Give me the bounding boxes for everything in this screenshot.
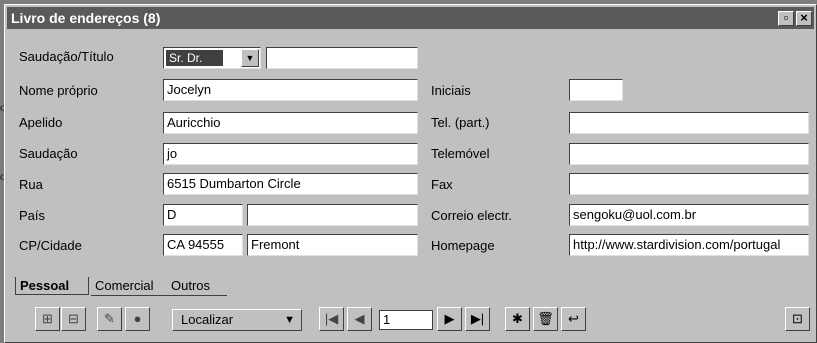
globe-button[interactable]: ● [125,307,150,331]
title-bar[interactable]: Livro de endereços (8) ▫ × [7,7,814,29]
label-fax: Fax [431,177,453,192]
tab-outros[interactable]: Outros [167,277,227,296]
salutation-title-selected: Sr. Dr. [166,50,223,66]
label-first-name: Nome próprio [19,83,98,98]
first-record-button[interactable]: |◀ [319,307,344,331]
tab-label: Comercial [95,278,154,293]
label-zip-city: CP/Cidade [19,238,82,253]
label-greeting: Saudação [19,146,78,161]
next-record-icon: ▶ [444,311,455,326]
mobile-field[interactable] [569,143,809,165]
globe-icon: ● [133,311,142,326]
label-country: País [19,208,46,223]
delete-record-button[interactable]: ⊟ [61,307,86,331]
edit-icon: ✎ [104,311,115,326]
tab-label: Pessoal [20,278,70,293]
previous-record-button[interactable]: ◀ [347,307,372,331]
tab-comercial[interactable]: Comercial [91,277,171,296]
last-name-field[interactable]: Auricchio [163,112,418,134]
homepage-field[interactable]: http://www.stardivision.com/portugal [569,234,809,256]
initials-field[interactable] [569,79,623,101]
zip-field[interactable]: CA 94555 [163,234,243,256]
tab-pessoal[interactable]: Pessoal [15,277,89,295]
new-record-icon: ✱ [512,311,523,326]
label-initials: Iniciais [431,83,471,98]
undo-button[interactable]: ↩ [561,307,586,331]
label-salutation-title: Saudação/Título [19,49,114,64]
last-record-button[interactable]: ▶| [465,307,490,331]
data-source-icon: ⊡ [792,311,803,326]
label-homepage: Homepage [431,238,495,253]
chevron-down-icon[interactable]: ▼ [241,49,259,67]
email-field[interactable]: sengoku@uol.com.br [569,204,809,226]
salutation-extra-field[interactable] [266,47,418,69]
label-email: Correio electr. [431,208,512,223]
record-number-field[interactable]: 1 [379,310,433,330]
contact-form: Saudação/Título Nome próprio Apelido Sau… [15,45,815,277]
undo-icon: ↩ [568,311,579,326]
first-name-field[interactable]: Jocelyn [163,79,418,101]
close-button[interactable]: × [796,11,812,26]
phone-home-field[interactable] [569,112,809,134]
street-field[interactable]: 6515 Dumbarton Circle [163,173,418,195]
label-phone-home: Tel. (part.) [431,115,490,130]
maximize-button[interactable]: ▫ [778,11,794,26]
next-record-button[interactable]: ▶ [437,307,462,331]
new-record-button[interactable]: ✱ [505,307,530,331]
trash-icon: 🗑 [537,311,554,326]
label-street: Rua [19,177,43,192]
last-record-icon: ▶| [470,311,485,326]
edit-button[interactable]: ✎ [97,307,122,331]
label-mobile: Telemóvel [431,146,490,161]
window-title: Livro de endereços (8) [11,10,161,26]
previous-record-icon: ◀ [354,311,365,326]
country-extra-field[interactable] [247,204,418,226]
insert-record-icon: ⊞ [42,311,53,326]
insert-record-button[interactable]: ⊞ [35,307,60,331]
delete-record-icon: ⊟ [68,311,79,326]
find-label: Localizar [181,312,234,327]
country-field[interactable]: D [163,204,243,226]
find-dropdown[interactable]: Localizar ▼ [172,309,302,331]
city-field[interactable]: Fremont [247,234,418,256]
label-last-name: Apelido [19,115,63,130]
address-book-window: Livro de endereços (8) ▫ × Saudação/Títu… [4,4,817,343]
data-source-button[interactable]: ⊡ [785,307,810,331]
fax-field[interactable] [569,173,809,195]
greeting-field[interactable]: jo [163,143,418,165]
navigation-toolbar: ⊞ ⊟ ✎ ● Localizar ▼ |◀ ◀ 1 ▶ ▶| ✱ 🗑 ↩ ⊡ [5,299,816,341]
salutation-title-select[interactable]: Sr. Dr. ▼ [163,47,261,69]
close-icon: × [800,10,808,25]
chevron-down-icon: ▼ [284,314,295,326]
maximize-icon: ▫ [783,10,789,25]
tab-label: Outros [171,278,211,293]
first-record-icon: |◀ [324,311,339,326]
trash-button[interactable]: 🗑 [533,307,558,331]
